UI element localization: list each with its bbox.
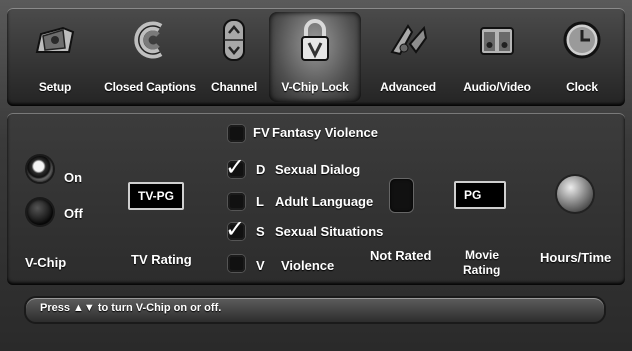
clock-icon xyxy=(563,21,601,59)
rating-desc-s: Sexual Situations xyxy=(275,224,384,239)
menu-closed-captions[interactable]: Closed Captions xyxy=(95,8,205,106)
menu-vchip-lock-label: V-Chip Lock xyxy=(281,80,349,94)
setup-icon xyxy=(35,26,75,53)
checkbox-v[interactable] xyxy=(228,255,245,272)
rating-desc-l: Adult Language xyxy=(275,194,374,209)
rating-code-v: V xyxy=(256,258,265,273)
menu-audio-video[interactable]: Audio/Video xyxy=(451,8,543,106)
rating-desc-v: Violence xyxy=(281,258,335,273)
checkbox-fv[interactable] xyxy=(228,125,245,142)
menu-setup[interactable]: Setup xyxy=(13,8,97,106)
closed-captions-icon xyxy=(134,21,163,59)
menu-clock[interactable]: Clock xyxy=(545,8,619,106)
hours-time-label: Hours/Time xyxy=(540,250,612,265)
menu-audio-video-label: Audio/Video xyxy=(463,80,531,94)
tv-rating-label: TV Rating xyxy=(131,252,192,267)
menu-advanced[interactable]: Advanced xyxy=(365,8,451,106)
menu-setup-label: Setup xyxy=(38,80,72,94)
menu-channel[interactable]: Channel xyxy=(203,8,265,106)
vchip-on-radio[interactable] xyxy=(27,156,53,182)
help-bar: Press ▲▼ to turn V-Chip on or off. xyxy=(24,296,606,324)
menu-closed-captions-label: Closed Captions xyxy=(104,80,196,94)
checkmark-icon: ✓ xyxy=(225,216,246,243)
vchip-off-radio[interactable] xyxy=(27,199,53,225)
rating-code-s: S xyxy=(256,224,265,239)
speakers-icon xyxy=(480,27,514,55)
rating-code-d: D xyxy=(256,162,266,177)
tv-rating-select[interactable]: TV-PG xyxy=(128,182,184,210)
menu-vchip-lock[interactable]: V-Chip Lock xyxy=(263,8,367,106)
not-rated-toggle[interactable] xyxy=(390,179,413,212)
movie-rating-select[interactable]: PG xyxy=(454,181,506,209)
menu-advanced-label: Advanced xyxy=(380,80,436,94)
menu-channel-label: Channel xyxy=(211,80,257,94)
menu-clock-label: Clock xyxy=(566,80,598,94)
movie-rating-label-line1: Movie xyxy=(465,248,500,262)
hours-time-button[interactable] xyxy=(557,176,593,212)
padlock-v-icon xyxy=(301,19,329,61)
vchip-settings-panel: On Off V-Chip TV-PG TV Rating FV Fantasy… xyxy=(7,113,625,285)
up-down-arrows-icon: ▲▼ xyxy=(73,302,95,314)
checkbox-l[interactable] xyxy=(228,193,245,210)
help-text: Press ▲▼ to turn V-Chip on or off. xyxy=(40,302,221,314)
movie-rating-label-line2: Rating xyxy=(463,263,501,277)
rating-desc-d: Sexual Dialog xyxy=(275,162,361,177)
not-rated-label: Not Rated xyxy=(370,248,432,263)
rating-desc-fv: Fantasy Violence xyxy=(272,125,378,140)
main-menu-bar: Setup Closed Captions Channel V-Chip Loc… xyxy=(7,8,625,106)
vchip-screen: Setup Closed Captions Channel V-Chip Loc… xyxy=(0,0,632,351)
checkbox-s[interactable]: ✓ xyxy=(225,216,245,243)
vchip-on-label: On xyxy=(64,170,83,185)
advanced-icon xyxy=(390,24,428,56)
vchip-off-label: Off xyxy=(64,206,83,221)
channel-updown-icon xyxy=(223,19,245,61)
checkbox-d[interactable]: ✓ xyxy=(225,154,245,181)
help-text-after: to turn V-Chip on or off. xyxy=(94,302,222,314)
vchip-section-label: V-Chip xyxy=(25,255,67,270)
checkmark-icon: ✓ xyxy=(225,154,246,181)
rating-code-l: L xyxy=(256,194,264,209)
rating-code-fv: FV xyxy=(253,125,270,140)
help-text-before: Press xyxy=(40,302,74,314)
